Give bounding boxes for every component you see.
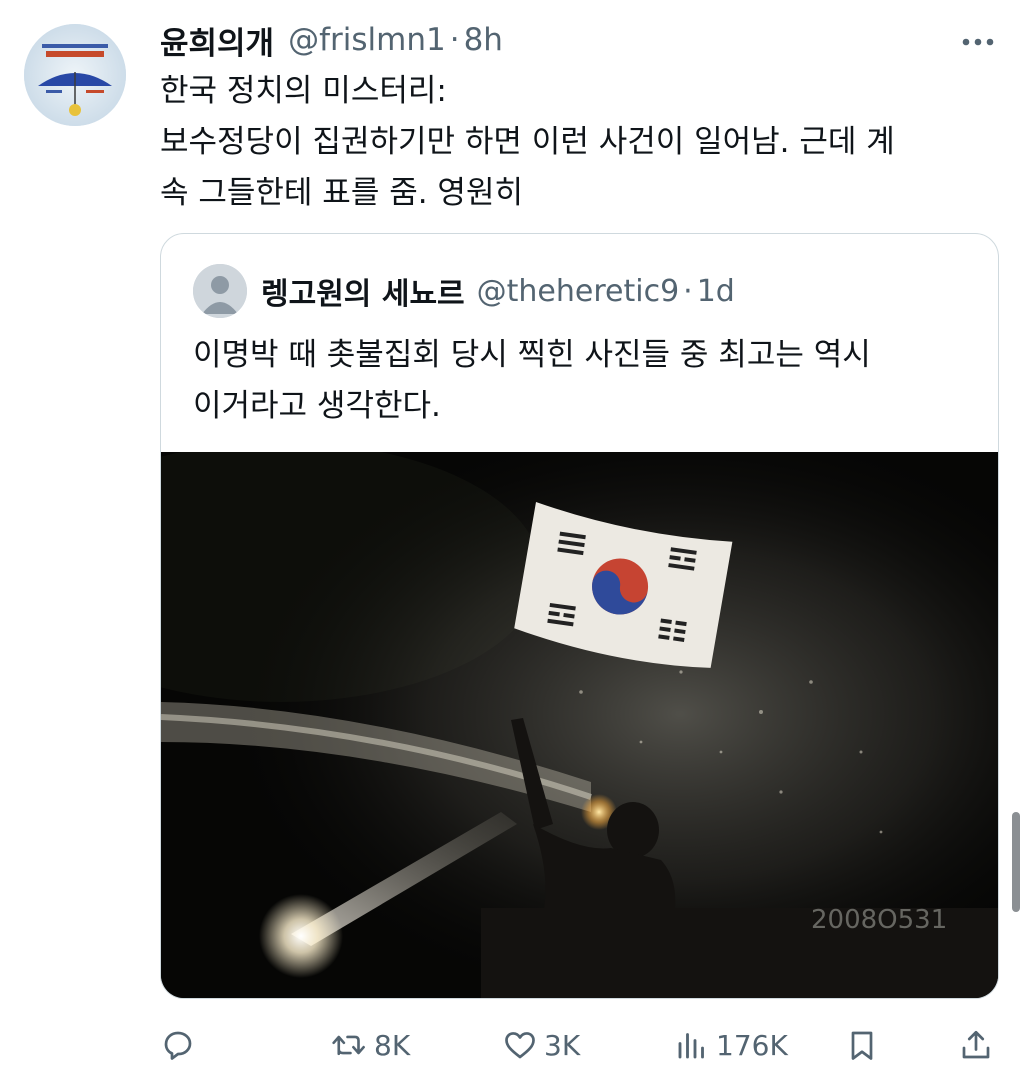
quoted-author-handle: @theheretic9 [476, 273, 680, 309]
avatar-image [24, 24, 126, 126]
more-options-button[interactable] [956, 22, 1000, 62]
header-separator: · [449, 22, 460, 58]
quoted-text-line: 이거라고 생각한다. [193, 388, 441, 424]
quoted-post-time: 1d [696, 273, 735, 309]
author-handle[interactable]: @frislmn1 [288, 22, 446, 58]
bookmark-button[interactable] [844, 1023, 880, 1067]
repost-button[interactable]: 8K [330, 1023, 410, 1067]
quoted-post[interactable]: 렝고원의 세뇨르 @theheretic9 · 1d 이명박 때 촛불집회 당시… [160, 233, 999, 999]
views-count: 176K [716, 1028, 788, 1062]
share-button[interactable] [958, 1023, 994, 1067]
post-text-line: 보수정당이 집권하기만 하면 이런 사건이 일어남. 근데 계 [160, 124, 895, 160]
quoted-post-header: 렝고원의 세뇨르 @theheretic9 · 1d [261, 268, 735, 314]
post-text-line: 속 그들한테 표를 줌. 영원히 [160, 175, 523, 211]
default-avatar-icon [193, 264, 247, 318]
heart-icon [505, 1032, 535, 1059]
like-button[interactable]: 3K [502, 1023, 580, 1067]
quoted-header-separator: · [683, 273, 693, 309]
photo-watermark: 2008O531 [811, 905, 947, 935]
quoted-post-photo[interactable]: 2008O531 [161, 442, 998, 998]
more-dots-icon [962, 38, 994, 46]
bookmark-icon [851, 1031, 873, 1060]
author-avatar[interactable] [24, 24, 126, 126]
post-time[interactable]: 8h [464, 22, 503, 58]
post-header: 윤희의개 @frislmn1 · 8h [160, 18, 503, 62]
action-bar: 8K 3K 176K [160, 1023, 1000, 1067]
protest-photo-image: 2008O531 [161, 442, 998, 998]
post-text: 한국 정치의 미스터리: 보수정당이 집권하기만 하면 이런 사건이 일어남. … [160, 66, 1000, 219]
post-text-line: 한국 정치의 미스터리: [160, 73, 447, 109]
scrollbar-thumb[interactable] [1012, 812, 1020, 912]
reply-icon [164, 1031, 192, 1060]
views-icon [678, 1033, 704, 1059]
like-count: 3K [544, 1028, 581, 1062]
repost-count: 8K [374, 1028, 411, 1062]
quoted-author-avatar[interactable] [193, 264, 247, 318]
reply-button[interactable] [160, 1023, 196, 1067]
repost-icon [332, 1035, 365, 1056]
quoted-text-line: 이명박 때 촛불집회 당시 찍힌 사진들 중 최고는 역시 [193, 337, 871, 373]
views-button[interactable]: 176K [674, 1023, 788, 1067]
quoted-post-text: 이명박 때 촛불집회 당시 찍힌 사진들 중 최고는 역시 이거라고 생각한다. [193, 330, 983, 432]
quoted-author-name: 렝고원의 세뇨르 [261, 277, 465, 312]
author-name[interactable]: 윤희의개 [160, 18, 274, 63]
share-icon [962, 1030, 990, 1059]
